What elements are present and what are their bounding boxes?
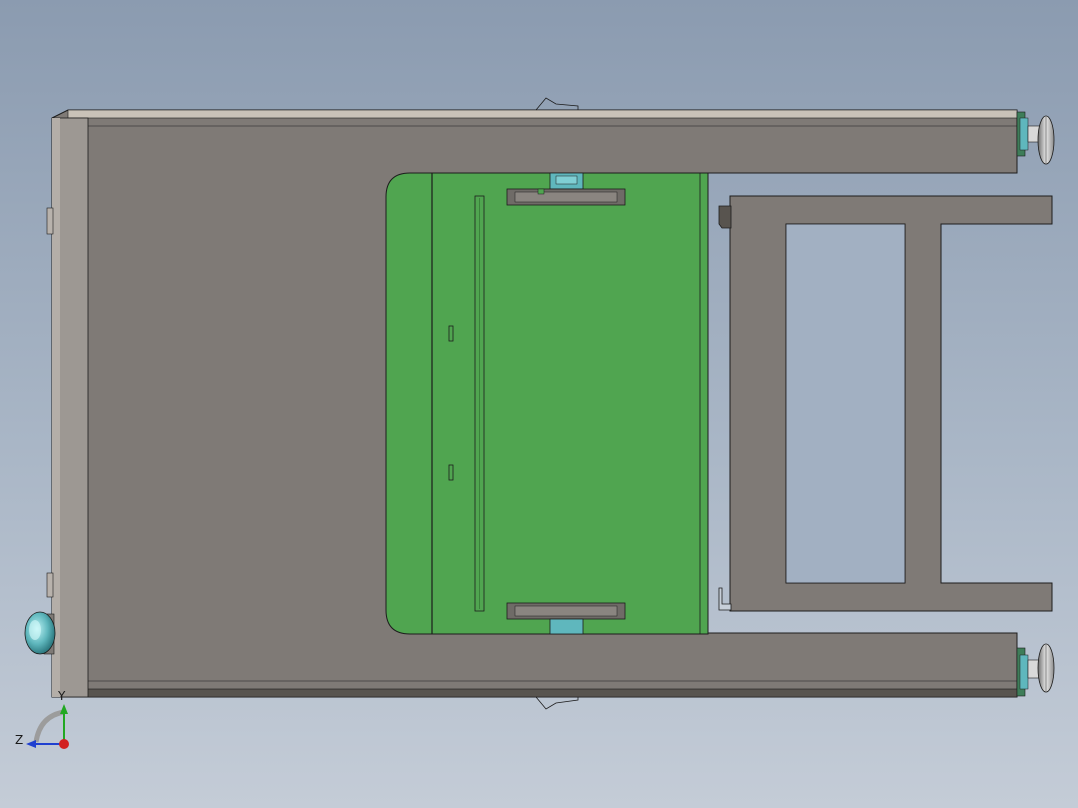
x-axis-dot bbox=[59, 739, 69, 749]
small-slot-lower bbox=[448, 464, 454, 481]
top-clamp-inner bbox=[514, 191, 618, 203]
z-axis-label: Z bbox=[15, 733, 23, 747]
leveling-foot-top bbox=[1016, 111, 1055, 165]
bottom-clamp-inner bbox=[514, 605, 618, 617]
green-panel bbox=[385, 172, 709, 635]
small-slot-upper bbox=[448, 325, 454, 342]
top-cyan-inner bbox=[555, 175, 578, 185]
bottom-cyan-block bbox=[549, 618, 584, 635]
frame-left-column-shade bbox=[52, 118, 60, 697]
triad-arc bbox=[33, 709, 65, 743]
cyan-knob bbox=[24, 611, 56, 655]
top-clamp-notch bbox=[537, 188, 545, 195]
bottom-marker bbox=[535, 696, 579, 710]
bracket-window-left bbox=[785, 223, 906, 584]
cad-viewport[interactable]: Z Y bbox=[0, 0, 1078, 808]
z-axis-arrow bbox=[26, 740, 36, 748]
y-axis-label: Y bbox=[57, 689, 66, 703]
left-tab-top bbox=[46, 207, 54, 235]
bracket-hinge-bottom bbox=[718, 587, 732, 611]
frame-top-edge bbox=[67, 109, 1018, 119]
frame-bottom-edge bbox=[51, 688, 1018, 698]
axis-triad: Z Y bbox=[15, 689, 69, 749]
bracket-hinge-top bbox=[718, 205, 732, 229]
left-tab-bottom bbox=[46, 572, 54, 598]
model-drawing[interactable]: Z Y bbox=[0, 0, 1078, 808]
leveling-foot-bottom bbox=[1016, 643, 1055, 697]
top-marker bbox=[535, 97, 579, 111]
y-axis-arrow bbox=[60, 704, 68, 714]
